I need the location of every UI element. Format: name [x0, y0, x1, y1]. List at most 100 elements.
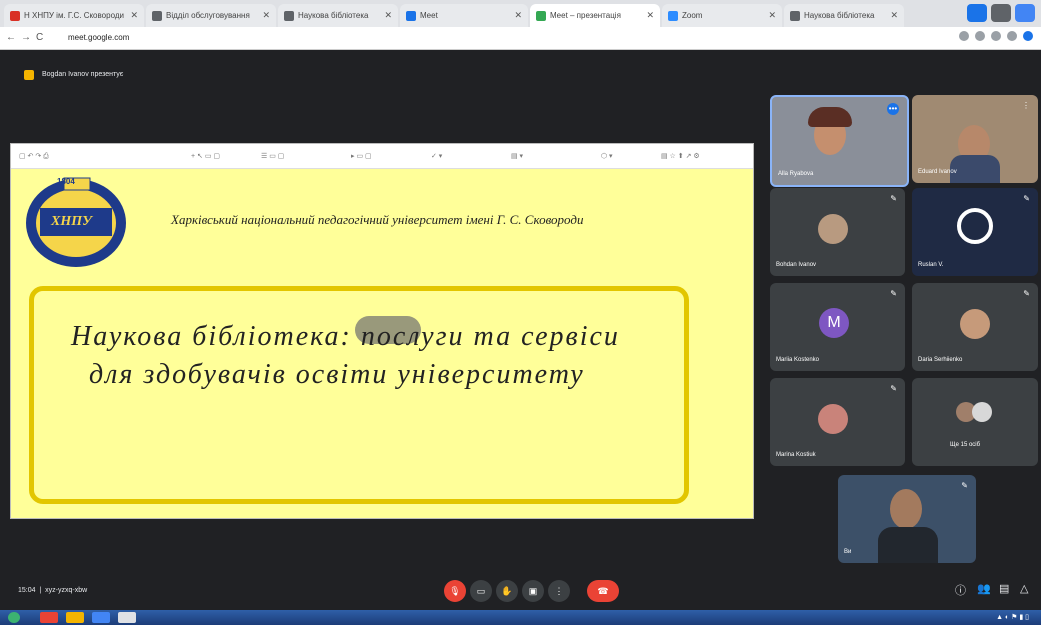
emblem-year: 1804 [57, 177, 75, 186]
more-participants-tile[interactable]: Ще 15 осіб [912, 378, 1038, 466]
profile-icon[interactable] [1015, 4, 1035, 22]
minimize-icon[interactable] [991, 4, 1011, 22]
close-icon[interactable]: ✕ [380, 10, 392, 21]
browser-tab[interactable]: Відділ обслуговування ✕ [146, 4, 276, 27]
slide-title-line2: для здобувачів освіти університету [89, 359, 585, 390]
participant-avatar [818, 214, 848, 244]
start-button-icon[interactable] [8, 612, 20, 623]
camera-toggle-button[interactable]: ▭ [470, 580, 492, 602]
presenter-label: Bogdan Ivanov презентує [42, 71, 124, 78]
meeting-time: 15:04 [18, 587, 36, 594]
slide-title: Наукова бібліотека: послуги та сервіси д… [71, 318, 671, 394]
window-controls [967, 4, 1035, 22]
toolbar-icons[interactable]: ▢ ↶ ↷ ⎙ [19, 152, 49, 161]
participant-hair [808, 107, 852, 127]
toolbar-menu[interactable]: ✓ ▾ [431, 152, 442, 160]
address-bar: ←→C meet.google.com [0, 27, 1041, 50]
slide-title-line1: Наукова бібліотека: послуги та сервіси [71, 321, 620, 352]
close-icon[interactable]: ✕ [764, 10, 776, 21]
participant-body [950, 155, 1000, 183]
tab-title: Відділ обслуговування [166, 11, 250, 20]
browser-tab-active[interactable]: Meet – презентація ✕ [530, 4, 660, 27]
browser-tab[interactable]: Наукова бібліотека ✕ [278, 4, 398, 27]
info-icon[interactable]: ⓘ [955, 582, 966, 598]
participant-tile[interactable]: ✎ Daria Serhiienko [912, 283, 1038, 371]
toolbar-icons[interactable]: ▤ ☆ ⬆ ↗ ⚙ [661, 152, 700, 160]
mic-toggle-button[interactable]: 🎙 [444, 580, 466, 602]
obs-logo-icon [957, 208, 993, 244]
speaking-icon: ••• [887, 103, 899, 115]
participant-tile[interactable]: ⋮ Eduard Ivanov [912, 95, 1038, 183]
toolbar-menu[interactable]: ▤ ▾ [511, 152, 523, 160]
close-icon[interactable]: ✕ [510, 10, 522, 21]
extension-icon[interactable] [975, 31, 985, 41]
meet-control-bar: 15:04 | xyz-yzxq-xbw 🎙 ▭ ✋ ▣ ⋮ ☎ ⓘ 👥 ▤ △ [0, 560, 1041, 610]
extension-icon[interactable] [959, 31, 969, 41]
toolbar-zoom[interactable]: + ↖ ▭ ▢ [191, 152, 220, 160]
close-icon[interactable]: ✕ [642, 10, 654, 21]
folder-icon[interactable] [66, 612, 84, 623]
participant-tile[interactable]: ✎ Marina Kostiuk [770, 378, 905, 466]
tab-favicon-icon [10, 10, 20, 21]
close-icon[interactable]: ✕ [258, 10, 270, 21]
chrome-icon[interactable] [118, 612, 136, 623]
extensions [959, 31, 1033, 41]
taskbar-app-icon[interactable] [92, 612, 110, 623]
url-field[interactable]: meet.google.com [68, 33, 129, 42]
self-name: Ви [844, 549, 852, 555]
os-taskbar: ▲ ◐ ⚑ ▮ ▯ [0, 610, 1041, 625]
system-tray: ▲ ◐ ⚑ ▮ ▯ [996, 614, 1029, 621]
browser-tab[interactable]: Н ХНПУ ім. Г.С. Сковороди ✕ [4, 4, 144, 27]
tab-title: Meet – презентація [550, 11, 621, 20]
participant-avatar [960, 309, 990, 339]
more-participants-label: Ще 15 осіб [950, 442, 981, 448]
tab-title: Наукова бібліотека [804, 11, 875, 20]
participant-initial-avatar: M [819, 308, 849, 338]
self-view-tile[interactable]: ✎ Ви [838, 475, 976, 563]
activities-icon[interactable]: △ [1020, 582, 1028, 595]
tab-favicon-icon [790, 10, 800, 21]
taskbar-app-icon[interactable] [40, 612, 58, 623]
present-button[interactable]: ▣ [522, 580, 544, 602]
participant-name: Ruslan V. [918, 262, 944, 268]
toolbar-menu[interactable]: ▸ ▭ ▢ [351, 152, 372, 160]
people-icon[interactable]: 👥 [977, 582, 991, 595]
participant-tile[interactable]: ••• Alla Ryabova [770, 95, 909, 187]
close-icon[interactable]: ✕ [886, 10, 898, 21]
mic-off-icon: ✎ [890, 384, 897, 393]
more-options-button[interactable]: ⋮ [548, 580, 570, 602]
close-icon[interactable]: ✕ [126, 10, 138, 21]
tab-title: Н ХНПУ ім. Г.С. Сковороди [24, 11, 124, 20]
tab-favicon-icon [152, 10, 162, 21]
toolbar-menu[interactable]: ☰ ▭ ▢ [261, 152, 284, 160]
browser-tab[interactable]: Meet ✕ [400, 4, 528, 27]
presentation-toolbar: ▢ ↶ ↷ ⎙ + ↖ ▭ ▢ ☰ ▭ ▢ ▸ ▭ ▢ ✓ ▾ ▤ ▾ ⬡ ▾ … [11, 144, 753, 169]
participant-name: Mariia Kostenko [776, 357, 820, 363]
nav-buttons[interactable]: ←→C [6, 32, 48, 43]
raise-hand-button[interactable]: ✋ [496, 580, 518, 602]
browser-tab[interactable]: Наукова бібліотека ✕ [784, 4, 904, 27]
new-tab-icon[interactable] [967, 4, 987, 22]
participant-tile[interactable]: ✎ Ruslan V. [912, 188, 1038, 276]
account-icon[interactable] [1023, 31, 1033, 41]
shared-presentation: ▢ ↶ ↷ ⎙ + ↖ ▭ ▢ ☰ ▭ ▢ ▸ ▭ ▢ ✓ ▾ ▤ ▾ ⬡ ▾ … [10, 143, 754, 519]
participant-tile[interactable]: M ✎ Mariia Kostenko [770, 283, 905, 371]
chat-icon[interactable]: ▤ [999, 582, 1009, 595]
extension-icon[interactable] [991, 31, 1001, 41]
tab-title: Meet [420, 11, 438, 20]
participant-name: Marina Kostiuk [776, 452, 816, 458]
tab-favicon-icon [284, 10, 294, 21]
university-name: Харківський національний педагогічний ун… [171, 212, 584, 227]
browser-tab[interactable]: Zoom ✕ [662, 4, 782, 27]
emblem-text: ХНПУ [51, 214, 92, 229]
mic-off-icon: ✎ [890, 289, 897, 298]
toolbar-menu[interactable]: ⬡ ▾ [601, 152, 613, 160]
tab-favicon-icon [536, 10, 546, 21]
end-call-button[interactable]: ☎ [587, 580, 619, 602]
tab-title: Zoom [682, 11, 703, 20]
mic-icon: ⋮ [1022, 101, 1030, 110]
extension-icon[interactable] [1007, 31, 1017, 41]
browser-tab-bar: Н ХНПУ ім. Г.С. Сковороди ✕ Відділ обслуг… [0, 0, 1041, 27]
mic-off-icon: ✎ [961, 481, 968, 490]
participant-tile[interactable]: ✎ Bohdan Ivanov [770, 188, 905, 276]
